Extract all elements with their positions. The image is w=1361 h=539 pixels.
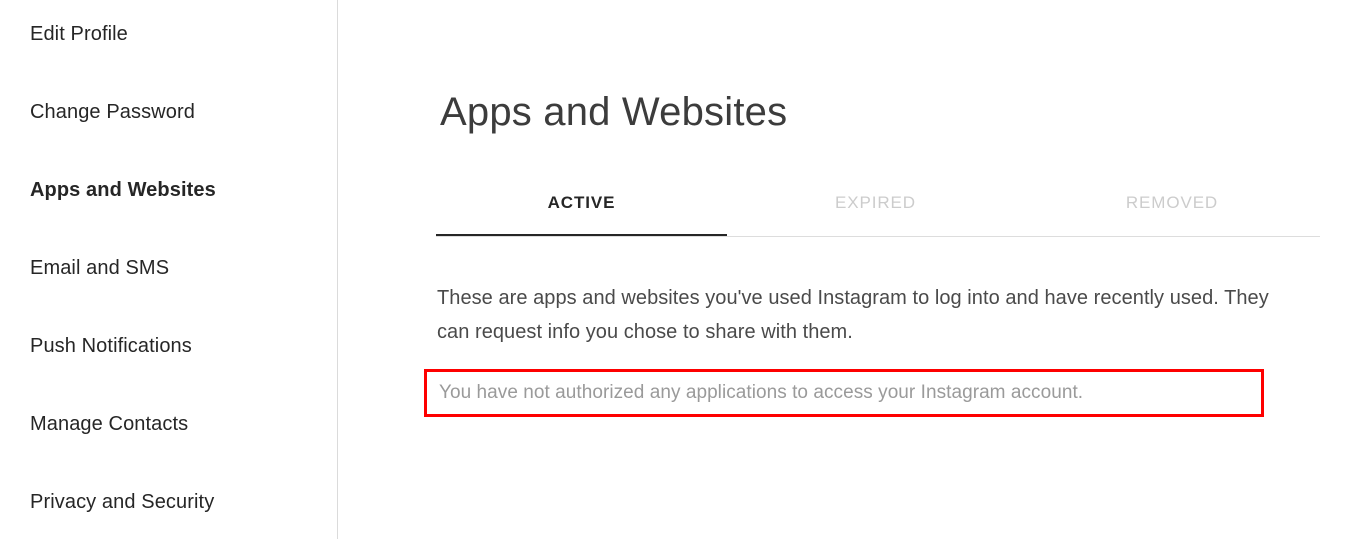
sidebar-item-label: Apps and Websites <box>30 178 216 201</box>
empty-state-message: You have not authorized any applications… <box>439 382 1084 403</box>
settings-page: Edit Profile Change Password Apps and We… <box>0 0 1361 539</box>
sidebar-item-change-password[interactable]: Change Password <box>30 97 320 127</box>
sidebar-item-edit-profile[interactable]: Edit Profile <box>30 19 320 49</box>
tab-description: These are apps and websites you've used … <box>437 287 1269 343</box>
sidebar-item-privacy-and-security[interactable]: Privacy and Security <box>30 487 320 517</box>
sidebar-item-label: Privacy and Security <box>30 490 215 513</box>
tab-removed[interactable]: REMOVED <box>1024 185 1320 236</box>
tab-label: REMOVED <box>1125 193 1219 212</box>
tab-label: ACTIVE <box>547 193 616 212</box>
sidebar-item-label: Edit Profile <box>30 22 128 45</box>
sidebar-item-label: Manage Contacts <box>30 412 189 435</box>
sidebar-item-apps-and-websites[interactable]: Apps and Websites <box>30 175 320 205</box>
tab-label: EXPIRED <box>835 193 916 212</box>
sidebar-item-label: Push Notifications <box>30 334 192 357</box>
tab-expired[interactable]: EXPIRED <box>727 185 1024 236</box>
empty-state-highlight-box: You have not authorized any applications… <box>424 369 1264 417</box>
sidebar-item-label: Email and SMS <box>30 256 170 279</box>
tab-bar-rule <box>436 236 1320 237</box>
main-content: Apps and Websites ACTIVE EXPIRED REMOVED… <box>338 0 1361 539</box>
sidebar-item-push-notifications[interactable]: Push Notifications <box>30 331 320 361</box>
sidebar-item-label: Change Password <box>30 100 195 123</box>
settings-sidebar: Edit Profile Change Password Apps and We… <box>0 0 337 539</box>
sidebar-item-manage-contacts[interactable]: Manage Contacts <box>30 409 320 439</box>
page-title: Apps and Websites <box>440 90 788 134</box>
tab-active[interactable]: ACTIVE <box>436 185 727 236</box>
sidebar-item-email-and-sms[interactable]: Email and SMS <box>30 253 320 283</box>
tab-bar: ACTIVE EXPIRED REMOVED <box>436 185 1320 237</box>
